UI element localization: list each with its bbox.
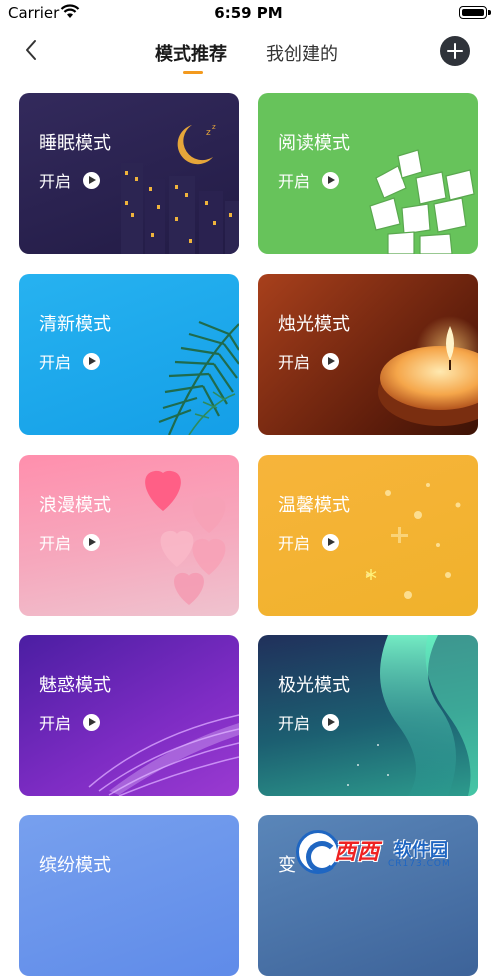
clock: 6:59 PM	[214, 4, 283, 22]
flying-books-icon	[369, 149, 475, 254]
start-label: 开启	[278, 353, 311, 372]
watermark-logo: 西西 软件园 CR173.COM	[296, 830, 482, 874]
mode-title: 温馨模式	[278, 495, 350, 516]
start-action[interactable]: 开启	[278, 349, 340, 373]
play-icon	[83, 352, 101, 370]
play-icon	[83, 533, 101, 551]
mode-title: 睡眠模式	[39, 133, 111, 154]
start-label: 开启	[39, 353, 72, 372]
tab-my-created[interactable]: 我创建的	[266, 40, 338, 66]
light-swirl-icon	[88, 714, 239, 796]
sparkle-lights-icon: *	[365, 483, 461, 599]
mode-card-charm[interactable]: 魅惑模式 开启	[19, 635, 239, 796]
hearts-icon	[145, 470, 226, 605]
mode-title: 缤纷模式	[39, 855, 111, 876]
mode-title: 烛光模式	[278, 314, 350, 335]
play-icon	[322, 713, 340, 731]
start-label: 开启	[39, 714, 72, 733]
play-icon	[83, 171, 101, 189]
watermark-brand: 西西	[334, 840, 381, 865]
mode-title: 清新模式	[39, 314, 111, 335]
mode-card-romantic[interactable]: 浪漫模式 开启	[19, 455, 239, 616]
mode-card-aurora[interactable]: 极光模式 开启	[258, 635, 478, 796]
start-label: 开启	[278, 534, 311, 553]
mode-title: 浪漫模式	[39, 495, 111, 516]
candle-icon	[378, 316, 478, 426]
watermark-url: CR173.COM	[388, 859, 451, 869]
start-action[interactable]: 开启	[39, 530, 101, 554]
mode-card-candle[interactable]: 烛光模式 开启	[258, 274, 478, 435]
status-bar: Carrier 6:59 PM	[0, 0, 497, 26]
start-action[interactable]: 开启	[39, 710, 101, 734]
start-label: 开启	[278, 172, 311, 191]
mode-card-warm[interactable]: * 温馨模式 开启	[258, 455, 478, 616]
mode-card-colorful[interactable]: 缤纷模式	[19, 815, 239, 976]
mode-title: 变	[278, 855, 296, 876]
tab-recommended[interactable]: 模式推荐	[155, 40, 227, 66]
battery-icon	[459, 6, 491, 19]
play-icon	[322, 352, 340, 370]
palm-leaf-icon	[158, 320, 239, 435]
play-icon	[83, 713, 101, 731]
start-label: 开启	[39, 172, 72, 191]
start-action[interactable]: 开启	[278, 530, 340, 554]
night-city-moon-icon: z z	[121, 123, 239, 254]
start-label: 开启	[278, 714, 311, 733]
mode-title: 魅惑模式	[39, 675, 111, 696]
aurora-icon	[337, 635, 478, 796]
play-icon	[322, 171, 340, 189]
mode-card-sleep[interactable]: z z 睡眠模式 开启	[19, 93, 239, 254]
nav-bar: 模式推荐 我创建的	[0, 26, 497, 82]
start-action[interactable]: 开启	[39, 168, 101, 192]
mode-card-reading[interactable]: 阅读模式 开启	[258, 93, 478, 254]
start-action[interactable]: 开启	[278, 168, 340, 192]
mode-title: 极光模式	[278, 675, 350, 696]
tab-active-indicator	[183, 71, 203, 74]
start-label: 开启	[39, 534, 72, 553]
start-action[interactable]: 开启	[278, 710, 340, 734]
start-action[interactable]: 开启	[39, 349, 101, 373]
play-icon	[322, 533, 340, 551]
mode-title: 阅读模式	[278, 133, 350, 154]
back-arrow-icon[interactable]	[20, 38, 44, 62]
mode-card-fresh[interactable]: 清新模式 开启	[19, 274, 239, 435]
add-mode-button[interactable]	[440, 36, 470, 66]
svg-text:z: z	[206, 128, 211, 138]
svg-text:z: z	[212, 123, 216, 131]
svg-text:*: *	[365, 565, 377, 593]
